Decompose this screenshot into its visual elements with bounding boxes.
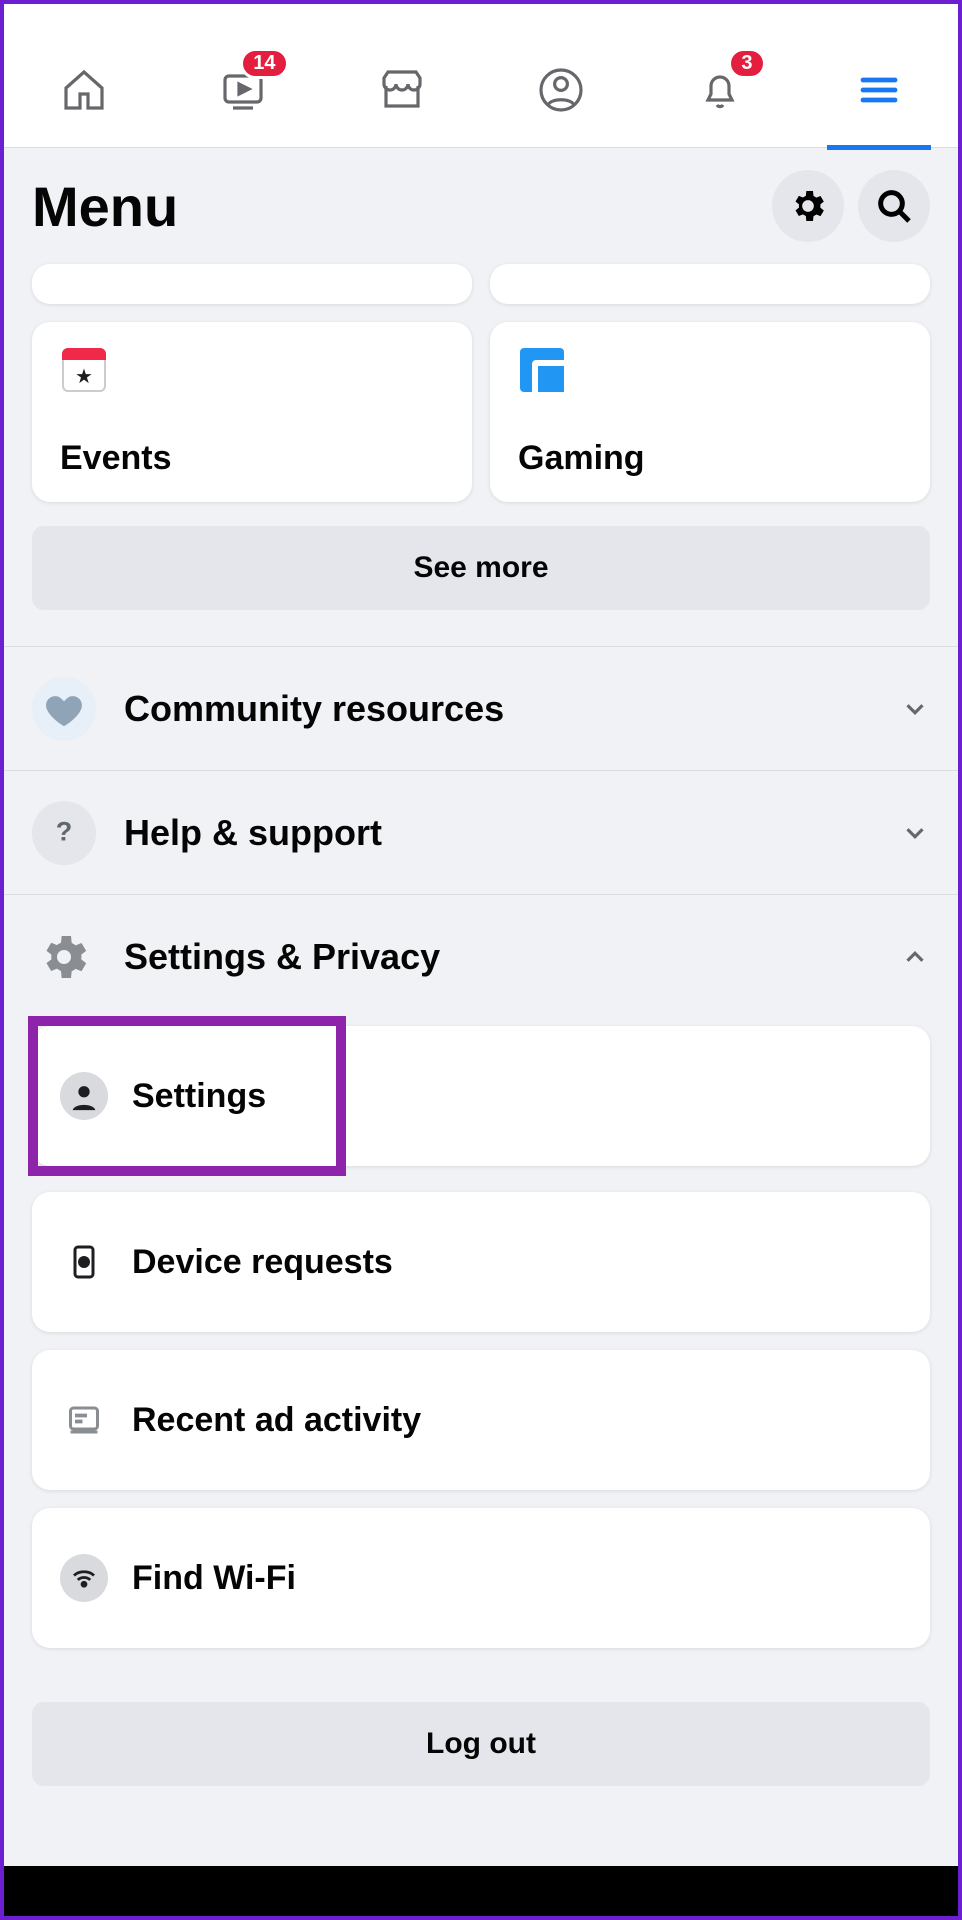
sub-item-label: Settings (132, 1077, 266, 1116)
sub-item-label: Recent ad activity (132, 1401, 421, 1440)
nav-menu[interactable] (847, 58, 911, 122)
settings-privacy-sublist: Settings Device requests Recent ad activ… (4, 1018, 958, 1672)
chevron-up-icon (900, 942, 930, 972)
search-icon (874, 186, 914, 226)
section-settings-privacy[interactable]: Settings & Privacy (4, 894, 958, 1018)
bottom-bar (4, 1866, 958, 1916)
nav-profile[interactable] (529, 58, 593, 122)
device-icon (60, 1238, 108, 1286)
person-circle-icon (60, 1072, 108, 1120)
page-title: Menu (32, 174, 178, 239)
home-icon (60, 66, 108, 114)
sub-item-find-wifi[interactable]: Find Wi-Fi (32, 1508, 930, 1648)
header-search-button[interactable] (858, 170, 930, 242)
nav-watch[interactable]: 14 (211, 58, 275, 122)
notifications-badge: 3 (728, 48, 765, 79)
shortcut-gaming[interactable]: Gaming (490, 322, 930, 502)
shortcuts-grid: Events Gaming (4, 264, 958, 502)
svg-text:?: ? (56, 816, 73, 846)
profile-icon (537, 66, 585, 114)
nav-home[interactable] (52, 58, 116, 122)
hamburger-icon (855, 66, 903, 114)
header-settings-button[interactable] (772, 170, 844, 242)
chevron-down-icon (900, 694, 930, 724)
sub-item-label: Find Wi-Fi (132, 1559, 296, 1598)
nav-marketplace[interactable] (370, 58, 434, 122)
shortcut-label: Gaming (518, 439, 902, 478)
sub-item-label: Device requests (132, 1243, 393, 1282)
gear-icon (32, 925, 96, 989)
active-tab-indicator (827, 145, 931, 150)
section-label: Help & support (124, 812, 872, 854)
nav-notifications[interactable]: 3 (688, 58, 752, 122)
shortcut-card-partial-right[interactable] (490, 264, 930, 304)
see-more-button[interactable]: See more (32, 526, 930, 610)
section-label: Community resources (124, 688, 872, 730)
sub-item-settings[interactable]: Settings (32, 1018, 930, 1174)
section-community-resources[interactable]: Community resources (4, 646, 958, 770)
sub-item-recent-ad-activity[interactable]: Recent ad activity (32, 1350, 930, 1490)
shortcut-label: Events (60, 439, 444, 478)
help-icon: ? (32, 801, 96, 865)
shortcut-card-partial-left[interactable] (32, 264, 472, 304)
wifi-icon (60, 1554, 108, 1602)
ad-activity-icon (60, 1396, 108, 1444)
watch-badge: 14 (240, 48, 288, 79)
gear-icon (788, 186, 828, 226)
chevron-down-icon (900, 818, 930, 848)
sub-item-device-requests[interactable]: Device requests (32, 1192, 930, 1332)
gaming-icon (520, 348, 564, 392)
handshake-icon (32, 677, 96, 741)
top-nav-bar: 14 3 (4, 32, 958, 148)
shortcut-events[interactable]: Events (32, 322, 472, 502)
events-icon (62, 348, 106, 392)
logout-button[interactable]: Log out (32, 1702, 930, 1786)
marketplace-icon (378, 66, 426, 114)
section-help-support[interactable]: ? Help & support (4, 770, 958, 894)
section-label: Settings & Privacy (124, 936, 872, 978)
